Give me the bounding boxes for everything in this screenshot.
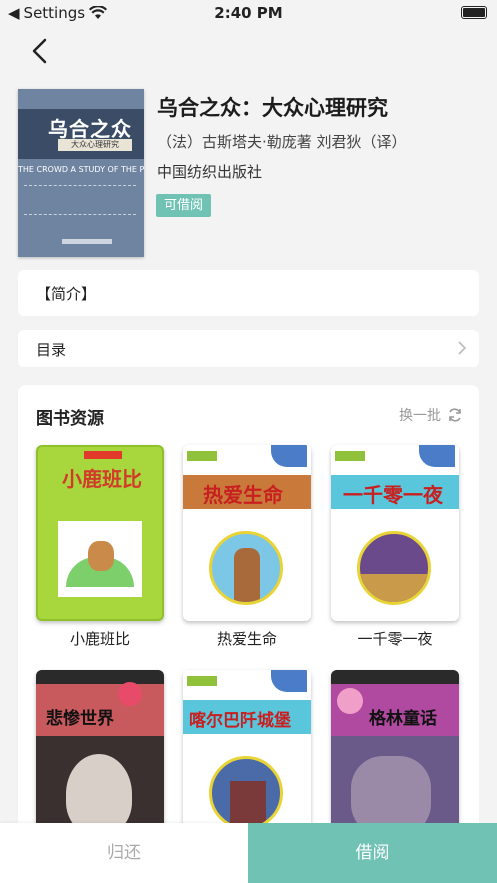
toc-label: 目录 xyxy=(36,341,67,359)
thumbnail-title: 悲惨世界 xyxy=(46,709,114,729)
refresh-label: 换一批 xyxy=(399,408,441,424)
thumbnail-title: 喀尔巴阡城堡 xyxy=(189,711,291,731)
chevron-right-icon xyxy=(458,341,467,355)
book-thumbnail: 格林童话 xyxy=(331,670,459,846)
cover-title: 乌合之众 xyxy=(48,117,132,141)
refresh-icon xyxy=(449,408,461,422)
cover-english: THE CROWD A STUDY OF THE POPULAR MIND xyxy=(18,165,144,174)
intro-label: 【简介】 xyxy=(36,285,97,303)
book-label: 热爱生命 xyxy=(216,630,277,648)
cover-subtitle: 大众心理研究 xyxy=(58,139,132,151)
thumbnail-title: 一千零一夜 xyxy=(343,483,443,507)
back-button[interactable] xyxy=(26,36,56,66)
toc-row[interactable]: 目录 xyxy=(18,330,479,367)
intro-section[interactable]: 【简介】 xyxy=(18,270,479,316)
refresh-button[interactable]: 换一批 xyxy=(399,405,463,425)
thumbnail-title: 格林童话 xyxy=(369,709,437,729)
book-thumbnail: 一千零一夜 xyxy=(331,445,459,621)
resources-title: 图书资源 xyxy=(36,409,104,429)
book-cover: 乌合之众 大众心理研究 THE CROWD A STUDY OF THE POP… xyxy=(18,89,144,257)
status-bar: ◀ Settings 2:40 PM xyxy=(0,0,497,26)
book-thumbnail: 悲惨世界 xyxy=(36,670,164,846)
book-thumbnail: 喀尔巴阡城堡 xyxy=(183,670,311,846)
book-author: （法）古斯塔夫·勒庞著 刘君狄（译） xyxy=(157,133,407,151)
status-badge: 可借阅 xyxy=(156,194,212,217)
return-button[interactable]: 归还 xyxy=(0,823,248,883)
book-thumbnail: 热爱生命 xyxy=(183,445,311,621)
borrow-button[interactable]: 借阅 xyxy=(248,823,497,883)
bottom-action-bar: 归还 借阅 xyxy=(0,823,497,883)
resources-section: 图书资源 换一批 小鹿班比 小鹿班比 热爱生命 热爱生命 一千零一夜 一千零一夜… xyxy=(18,385,479,883)
book-label: 一千零一夜 xyxy=(357,630,433,648)
book-label: 小鹿班比 xyxy=(69,630,130,648)
book-thumbnail: 小鹿班比 xyxy=(36,445,164,621)
book-publisher: 中国纺织出版社 xyxy=(157,163,263,181)
battery-icon xyxy=(461,6,487,19)
thumbnail-title: 小鹿班比 xyxy=(62,467,142,491)
thumbnail-title: 热爱生命 xyxy=(203,483,283,507)
status-time: 2:40 PM xyxy=(214,4,283,22)
book-title: 乌合之众：大众心理研究 xyxy=(157,96,388,120)
